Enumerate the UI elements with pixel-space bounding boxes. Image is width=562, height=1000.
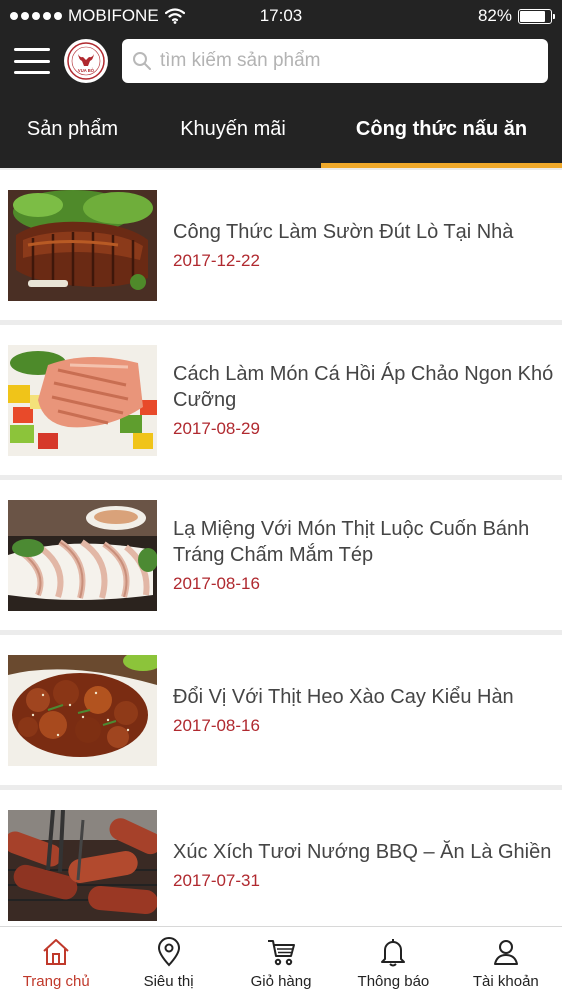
recipe-info: Công Thức Làm Sườn Đút Lò Tại Nhà 2017-1… bbox=[157, 219, 554, 271]
bell-icon bbox=[381, 939, 406, 967]
recipe-list: Công Thức Làm Sườn Đút Lò Tại Nhà 2017-1… bbox=[0, 168, 562, 926]
search-box[interactable] bbox=[122, 39, 548, 83]
bottom-nav: Trang chủ Siêu thị Giỏ hàng Thông báo Tà… bbox=[0, 926, 562, 1000]
recipe-date: 2017-12-22 bbox=[173, 251, 260, 270]
recipe-info: Đổi Vị Với Thịt Heo Xào Cay Kiểu Hàn 201… bbox=[157, 684, 554, 736]
search-icon bbox=[133, 52, 151, 70]
carrier-group: MOBIFONE bbox=[10, 6, 185, 26]
battery-percent: 82% bbox=[477, 6, 512, 25]
recipe-info: Xúc Xích Tươi Nướng BBQ – Ăn Là Ghiền 20… bbox=[157, 839, 554, 891]
cart-icon bbox=[268, 940, 296, 966]
battery-icon bbox=[518, 8, 555, 24]
battery-group: 82% bbox=[477, 6, 555, 26]
recipe-title: Xúc Xích Tươi Nướng BBQ – Ăn Là Ghiền bbox=[173, 841, 552, 863]
top-bar: VUA BÒ bbox=[0, 32, 562, 90]
recipe-info: Cách Làm Món Cá Hồi Áp Chảo Ngon Khó Cưỡ… bbox=[157, 361, 554, 439]
recipe-item[interactable]: Lạ Miệng Với Món Thịt Luộc Cuốn Bánh Trá… bbox=[0, 480, 562, 630]
recipe-info: Lạ Miệng Với Món Thịt Luộc Cuốn Bánh Trá… bbox=[157, 516, 554, 594]
recipe-date: 2017-08-29 bbox=[173, 419, 260, 438]
nav-stores-label: Siêu thị bbox=[143, 973, 194, 990]
tab-recipes[interactable]: Công thức nấu ăn bbox=[321, 90, 562, 168]
recipe-thumbnail-boiled-pork bbox=[8, 499, 157, 611]
status-bar: MOBIFONE 17:03 82% bbox=[0, 0, 562, 32]
hamburger-menu-icon[interactable] bbox=[14, 48, 50, 74]
recipe-thumbnail-ribs bbox=[8, 189, 157, 301]
recipe-thumbnail-salmon bbox=[8, 344, 157, 456]
recipe-title: Công Thức Làm Sườn Đút Lò Tại Nhà bbox=[173, 221, 514, 243]
recipe-title: Đổi Vị Với Thịt Heo Xào Cay Kiểu Hàn bbox=[173, 686, 514, 708]
nav-notifications[interactable]: Thông báo bbox=[337, 927, 449, 1000]
recipe-title: Cách Làm Món Cá Hồi Áp Chảo Ngon Khó Cưỡ… bbox=[173, 363, 554, 411]
recipe-date: 2017-08-16 bbox=[173, 574, 260, 593]
tab-promotions[interactable]: Khuyến mãi bbox=[145, 90, 321, 168]
wifi-icon bbox=[164, 8, 185, 24]
user-icon bbox=[493, 940, 518, 965]
home-icon bbox=[43, 939, 69, 965]
recipe-item[interactable]: Xúc Xích Tươi Nướng BBQ – Ăn Là Ghiền 20… bbox=[0, 790, 562, 926]
brand-logo[interactable]: VUA BÒ bbox=[64, 39, 108, 83]
recipe-item[interactable]: Công Thức Làm Sườn Đút Lò Tại Nhà 2017-1… bbox=[0, 170, 562, 320]
recipe-date: 2017-08-16 bbox=[173, 716, 260, 735]
nav-account[interactable]: Tài khoản bbox=[450, 927, 562, 1000]
recipe-thumbnail-spicy-pork bbox=[8, 654, 157, 766]
nav-home-label: Trang chủ bbox=[22, 973, 90, 990]
carrier-name: MOBIFONE bbox=[68, 6, 159, 25]
recipe-item[interactable]: Đổi Vị Với Thịt Heo Xào Cay Kiểu Hàn 201… bbox=[0, 635, 562, 785]
nav-cart-label: Giỏ hàng bbox=[250, 973, 312, 990]
battery-fill bbox=[520, 10, 545, 22]
nav-cart[interactable]: Giỏ hàng bbox=[225, 927, 337, 1000]
nav-home[interactable]: Trang chủ bbox=[0, 927, 112, 1000]
svg-text:VUA BÒ: VUA BÒ bbox=[78, 68, 95, 73]
search-input[interactable] bbox=[160, 50, 538, 72]
recipe-date: 2017-07-31 bbox=[173, 871, 260, 890]
nav-notifications-label: Thông báo bbox=[357, 973, 430, 990]
location-pin-icon bbox=[157, 937, 180, 967]
recipe-item[interactable]: Cách Làm Món Cá Hồi Áp Chảo Ngon Khó Cưỡ… bbox=[0, 325, 562, 475]
recipe-title: Lạ Miệng Với Món Thịt Luộc Cuốn Bánh Trá… bbox=[173, 518, 530, 566]
app-header: MOBIFONE 17:03 82% VUA BÒ tìm kiếm sản p… bbox=[0, 0, 562, 168]
nav-account-label: Tài khoản bbox=[472, 973, 539, 990]
category-tabs: Sản phẩm Khuyến mãi Công thức nấu ăn bbox=[0, 90, 562, 168]
signal-strength-icon bbox=[10, 12, 62, 20]
logo-emblem: VUA BÒ bbox=[67, 42, 105, 80]
recipe-thumbnail-sausage-bbq bbox=[8, 809, 157, 921]
nav-stores[interactable]: Siêu thị bbox=[112, 927, 224, 1000]
tab-products[interactable]: Sản phẩm bbox=[0, 90, 145, 168]
